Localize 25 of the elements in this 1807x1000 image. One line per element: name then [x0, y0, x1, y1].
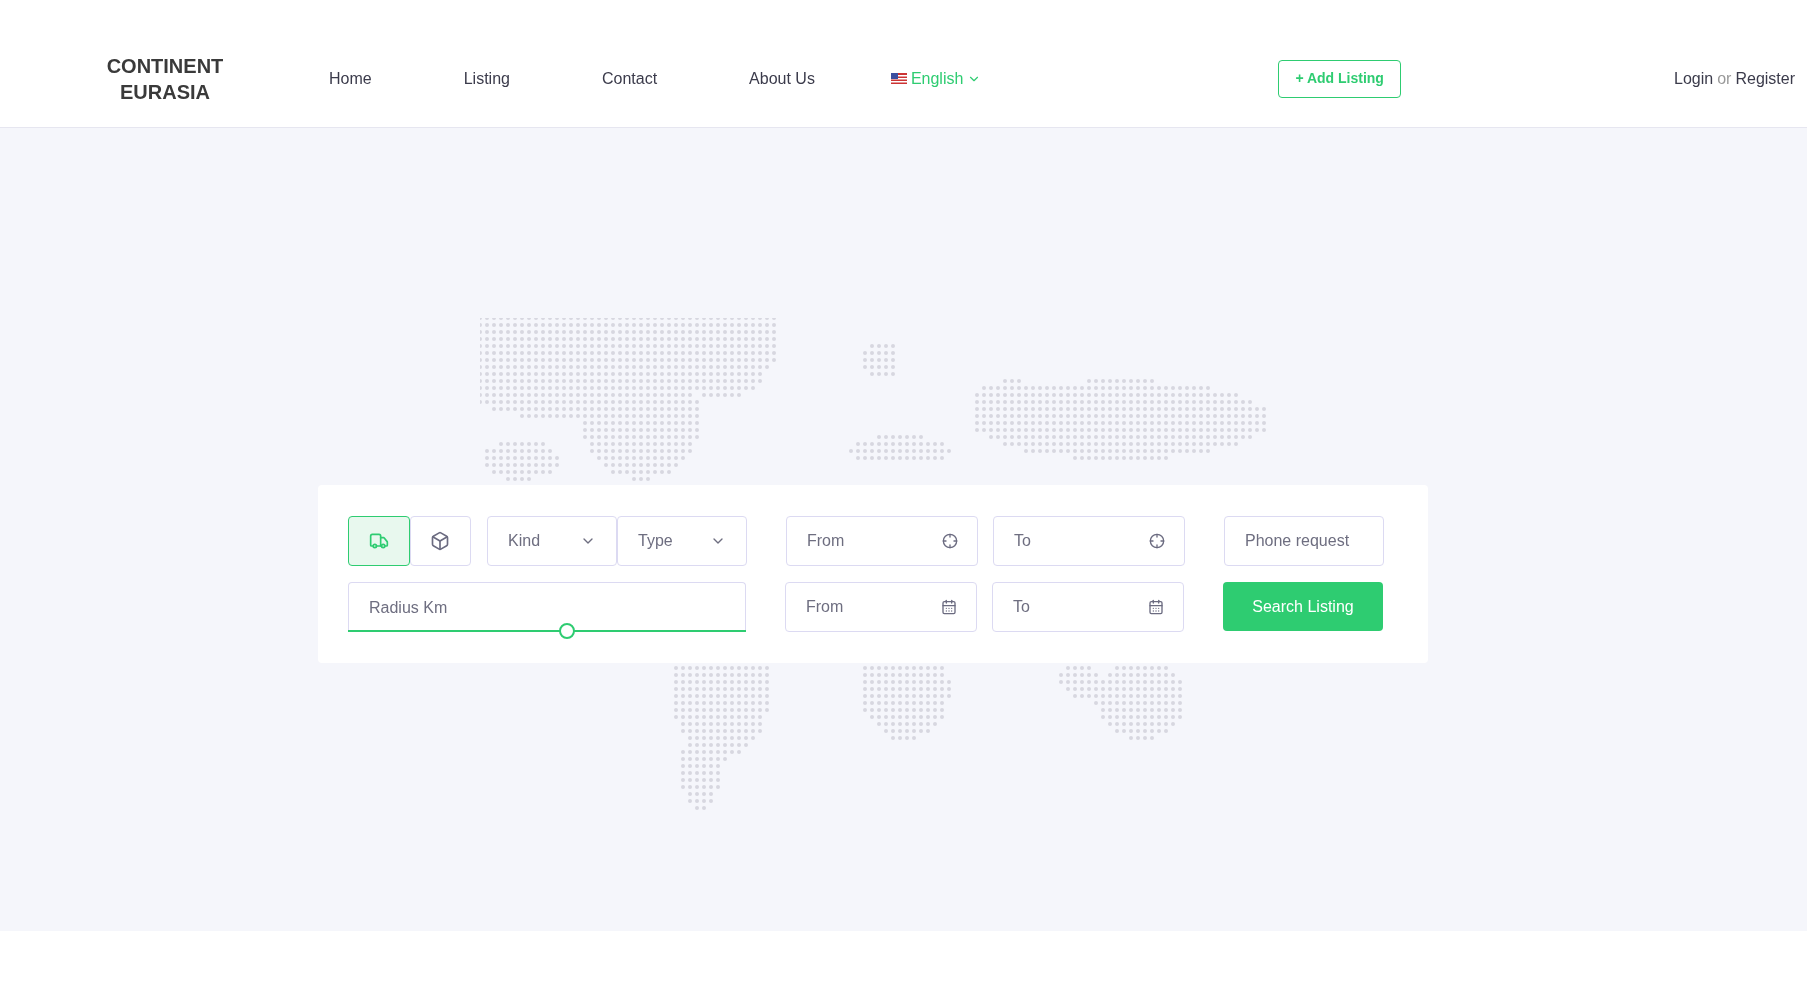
box-mode-button[interactable] [409, 516, 471, 566]
nav-link[interactable]: Contact [601, 66, 658, 91]
site-logo[interactable]: CONTINENT EURASIA [100, 52, 230, 105]
crosshair-icon [942, 533, 958, 549]
input-field[interactable]: To [993, 516, 1185, 566]
truck-mode-button[interactable] [348, 516, 410, 566]
login-link[interactable]: Login [1674, 66, 1714, 91]
input-field[interactable]: From [786, 516, 978, 566]
input-field[interactable]: Phone request [1224, 516, 1384, 566]
input-field[interactable]: To [992, 582, 1184, 632]
box-icon [430, 531, 451, 551]
calendar-icon [941, 599, 957, 615]
nav-link[interactable]: About Us [749, 66, 815, 91]
dropdown-select[interactable]: Type [617, 516, 747, 566]
radius-field[interactable]: Radius Km [348, 582, 746, 632]
crosshair-icon [1149, 533, 1165, 549]
separator-text: or [1717, 68, 1732, 89]
flag-icon [890, 73, 907, 84]
nav-link[interactable]: Listing [463, 66, 510, 91]
register-link[interactable]: Register [1735, 66, 1795, 91]
truck-icon [368, 531, 389, 551]
calendar-icon [1148, 599, 1164, 615]
dropdown-select[interactable]: Kind [487, 516, 617, 566]
nav-link[interactable]: Home [329, 66, 372, 91]
input-field[interactable]: From [785, 582, 977, 632]
